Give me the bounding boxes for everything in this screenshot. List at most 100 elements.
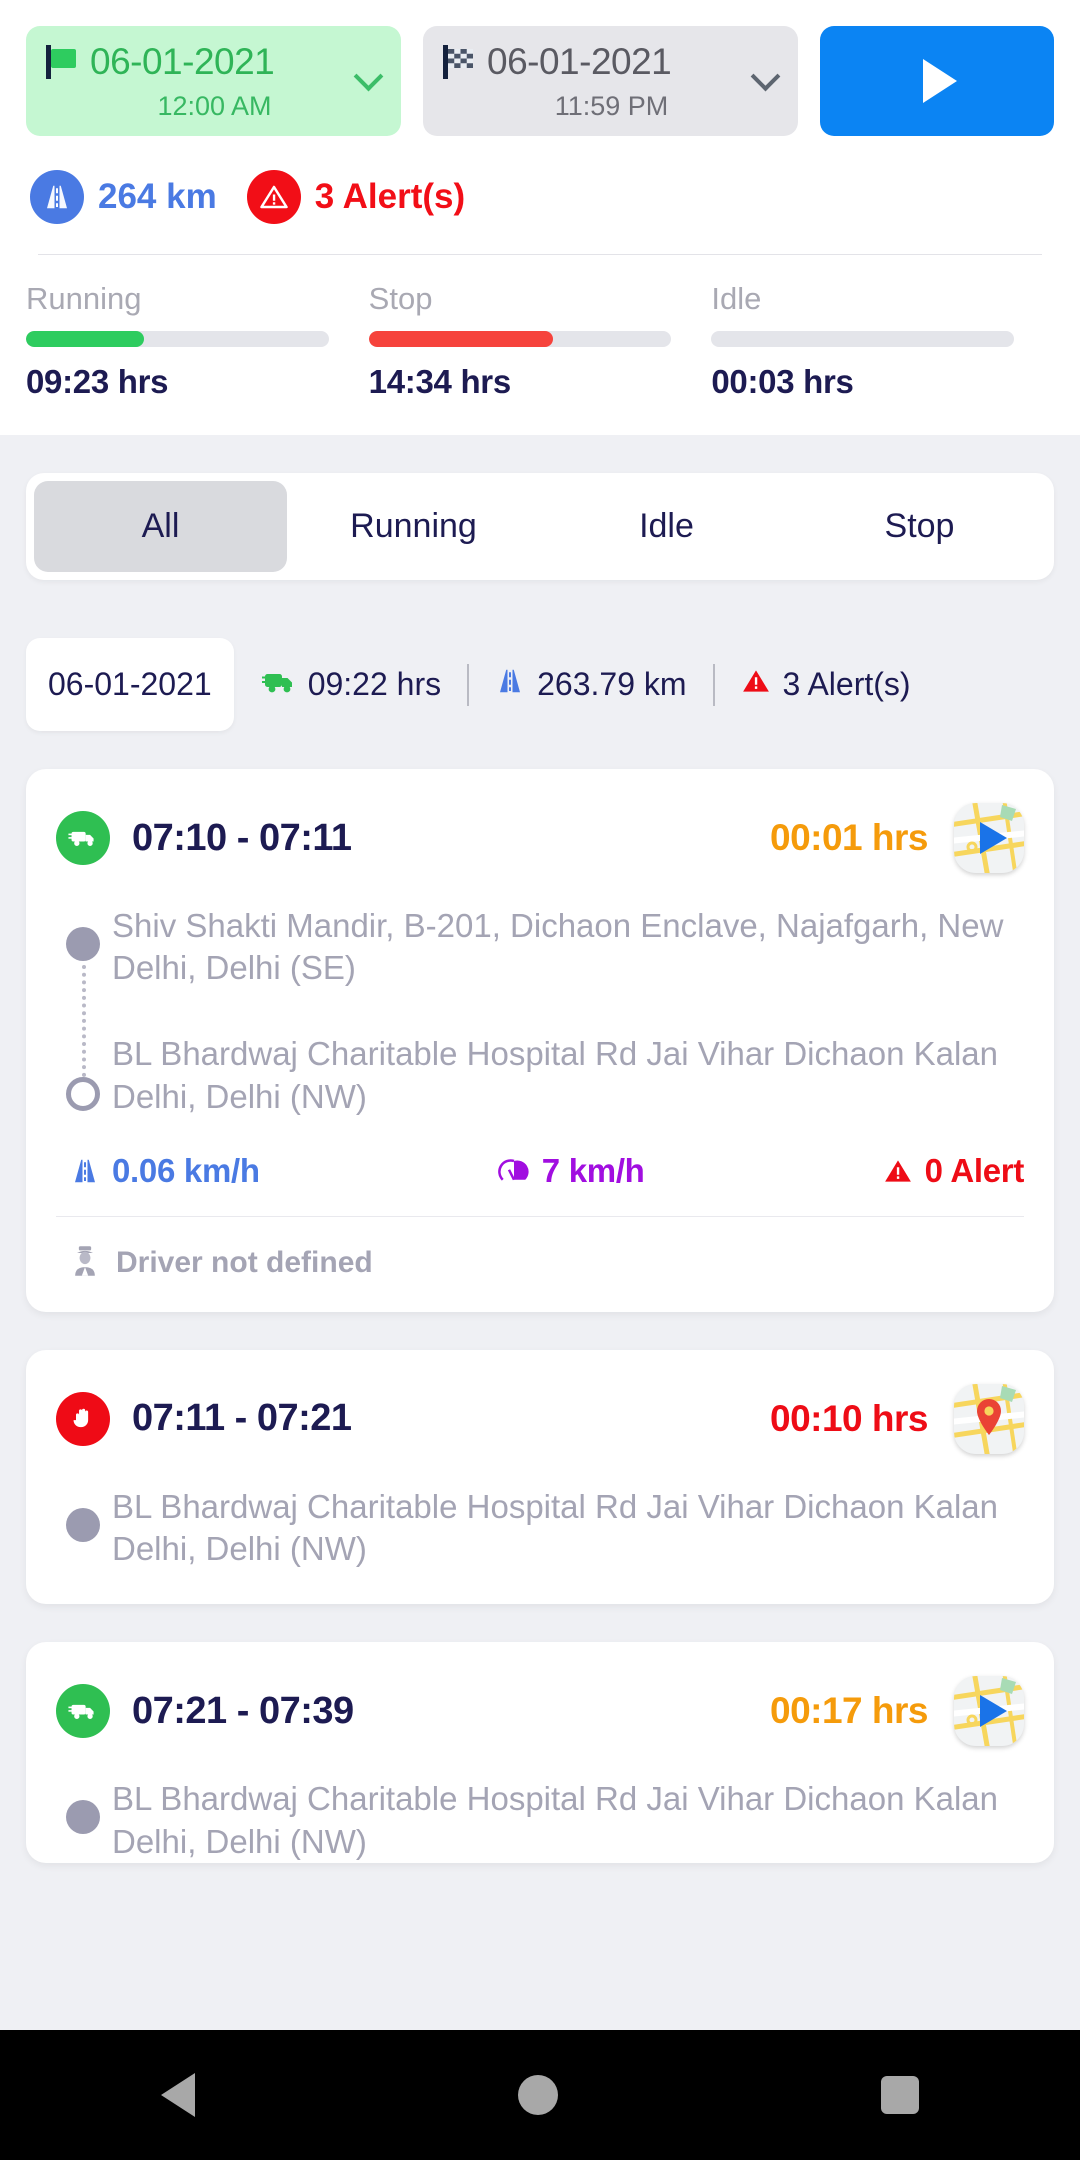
status-running-value: 09:23 hrs — [26, 363, 169, 400]
trip-addresses: BL Bhardwaj Charitable Hospital Rd Jai V… — [112, 1486, 1024, 1570]
trip-duration: 00:17 hrs — [770, 1690, 929, 1732]
start-time-value: 12:00 AM — [157, 90, 272, 121]
back-icon[interactable] — [161, 2073, 196, 2117]
trip-duration: 00:10 hrs — [770, 1397, 929, 1439]
summary-alerts: 3 Alert(s) — [741, 666, 911, 704]
summary-distance: 263.79 km — [495, 666, 687, 704]
map-route-play-icon[interactable] — [954, 803, 1024, 873]
stop-location-dot-icon — [66, 1507, 100, 1542]
tab-idle[interactable]: Idle — [540, 481, 793, 572]
trip-timeline — [66, 1778, 112, 1862]
trip-time-range: 07:10 - 07:11 — [132, 816, 352, 859]
trip-timeline — [66, 905, 112, 1118]
alert-triangle-icon — [246, 170, 301, 224]
kpi-distance: 264 km — [30, 170, 217, 224]
trip-address-block: Shiv Shakti Mandir, B-201, Dichaon Encla… — [26, 883, 1054, 1118]
status-stop-label: Stop — [368, 281, 433, 316]
home-icon[interactable] — [517, 2075, 558, 2115]
trip-addresses: BL Bhardwaj Charitable Hospital Rd Jai V… — [112, 1778, 1024, 1862]
green-flag-icon — [44, 44, 78, 79]
tab-running[interactable]: Running — [287, 481, 540, 572]
summary-duration: 09:22 hrs — [261, 666, 442, 703]
trip-card[interactable]: 07:21 - 07:39 00:17 hrs BL Bhardwaj Char… — [26, 1642, 1054, 1863]
kpi-distance-value: 264 km — [98, 177, 217, 216]
trip-driver-label: Driver not defined — [116, 1246, 373, 1280]
start-chip-top: 06-01-2021 — [44, 41, 385, 83]
summary-metrics: 09:22 hrs 263.79 km 3 Alert(s) — [261, 663, 911, 706]
trip-metric-max-speed: 7 km/h — [497, 1152, 645, 1190]
timeline-connector — [82, 965, 86, 1077]
kpi-alerts: 3 Alert(s) — [246, 170, 466, 224]
recents-icon[interactable] — [880, 2076, 919, 2114]
truck-icon — [56, 1684, 110, 1739]
checkered-flag-icon — [441, 44, 475, 79]
status-stop-value: 14:34 hrs — [368, 363, 512, 400]
trip-metric-alerts: 0 Alert — [883, 1152, 1024, 1190]
road-icon — [495, 666, 525, 704]
road-icon — [75, 1159, 95, 1183]
header-panel: 06-01-2021 12:00 AM 06-01-2021 11:59 PM … — [0, 0, 1080, 435]
end-chip-top: 06-01-2021 — [441, 41, 782, 83]
status-idle-label: Idle — [711, 281, 762, 316]
status-running-label: Running — [26, 281, 142, 316]
trip-origin-address: BL Bhardwaj Charitable Hospital Rd Jai V… — [112, 1780, 998, 1860]
trip-card-header: 07:21 - 07:39 00:17 hrs — [26, 1642, 1054, 1756]
status-summary-row: Running 09:23 hrs Stop 14:34 hrs Idle 00… — [26, 281, 1054, 435]
trip-timeline — [66, 1486, 112, 1570]
end-time-value: 11:59 PM — [554, 90, 669, 121]
status-running-bar — [26, 331, 329, 347]
summary-duration-value: 09:22 hrs — [307, 666, 442, 702]
trip-address-block: BL Bhardwaj Charitable Hospital Rd Jai V… — [26, 1464, 1054, 1604]
alert-triangle-icon — [741, 666, 771, 704]
trip-stop-address: BL Bhardwaj Charitable Hospital Rd Jai V… — [112, 1487, 998, 1568]
trip-card[interactable]: 07:10 - 07:11 00:01 hrs Shiv Shakti Mand… — [26, 769, 1054, 1312]
speedometer-icon — [497, 1159, 529, 1181]
content-area: All Running Idle Stop 06-01-2021 09:22 h… — [0, 435, 1080, 2030]
status-idle-bar — [711, 331, 1015, 347]
summary-distance-value: 263.79 km — [537, 666, 687, 702]
status-idle: Idle 00:03 hrs — [711, 281, 1054, 401]
filter-tabs: All Running Idle Stop — [26, 473, 1054, 580]
trip-origin-address: Shiv Shakti Mandir, B-201, Dichaon Encla… — [112, 907, 1004, 987]
trip-metrics-row: 0.06 km/h 7 km/h 0 Alert — [26, 1118, 1054, 1216]
android-nav-bar — [0, 2030, 1080, 2160]
end-date-value: 06-01-2021 — [487, 40, 672, 82]
destination-dot-icon — [66, 1077, 100, 1111]
chevron-down-icon[interactable] — [752, 64, 778, 90]
status-stop: Stop 14:34 hrs — [368, 281, 712, 401]
trip-metric-avg-speed-value: 0.06 km/h — [112, 1151, 260, 1189]
start-date-chip[interactable]: 06-01-2021 12:00 AM — [26, 26, 401, 136]
trip-driver-row: Driver not defined — [26, 1217, 1054, 1312]
road-icon — [30, 170, 84, 224]
tab-stop[interactable]: Stop — [793, 481, 1046, 572]
chevron-down-icon[interactable] — [355, 64, 381, 90]
trip-card-header: 07:11 - 07:21 00:10 hrs — [26, 1350, 1054, 1464]
map-route-play-icon[interactable] — [954, 1676, 1024, 1747]
summary-date-chip[interactable]: 06-01-2021 — [26, 638, 234, 731]
trip-metric-avg-speed: 0.06 km/h — [70, 1152, 260, 1190]
status-idle-value: 00:03 hrs — [711, 363, 854, 400]
summary-separator — [467, 663, 470, 706]
origin-dot-icon — [66, 927, 100, 961]
tab-all[interactable]: All — [34, 481, 287, 572]
play-button[interactable] — [820, 26, 1054, 136]
summary-alerts-value: 3 Alert(s) — [782, 666, 911, 702]
hand-stop-icon — [56, 1391, 110, 1446]
truck-icon — [56, 811, 110, 865]
summary-separator — [712, 663, 715, 706]
truck-icon — [261, 666, 296, 703]
header-divider — [38, 254, 1042, 255]
day-summary-row: 06-01-2021 09:22 hrs 263.79 km 3 Alert(s… — [26, 638, 1054, 731]
status-running: Running 09:23 hrs — [26, 281, 369, 401]
trip-card[interactable]: 07:11 - 07:21 00:10 hrs BL Bhardwaj Char… — [26, 1349, 1054, 1605]
end-date-chip[interactable]: 06-01-2021 11:59 PM — [423, 26, 798, 136]
driver-icon — [70, 1245, 100, 1282]
map-pin-icon[interactable] — [954, 1383, 1024, 1454]
alert-triangle-icon — [884, 1160, 911, 1182]
kpi-alerts-value: 3 Alert(s) — [314, 177, 466, 216]
status-stop-bar — [368, 331, 672, 347]
trip-time-range: 07:11 - 07:21 — [132, 1397, 352, 1440]
date-range-row: 06-01-2021 12:00 AM 06-01-2021 11:59 PM — [26, 26, 1054, 136]
app-screen: 06-01-2021 12:00 AM 06-01-2021 11:59 PM … — [0, 0, 1080, 2160]
trip-duration: 00:01 hrs — [770, 817, 929, 858]
